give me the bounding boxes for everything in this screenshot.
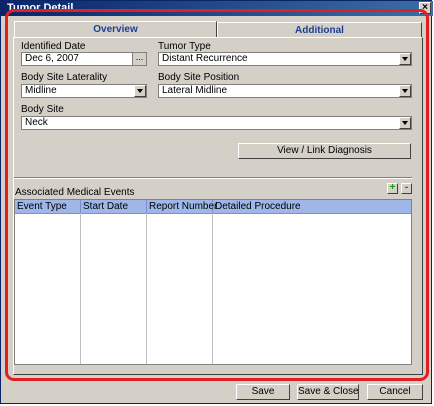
remove-event-button[interactable]: - [401,183,412,194]
title-bar: Tumor Detail × [1,1,433,16]
window-title: Tumor Detail [7,2,74,14]
chevron-down-icon[interactable] [134,85,146,97]
column-divider [146,213,147,364]
save-close-button[interactable]: Save & Close [297,384,359,400]
events-table[interactable]: Event Type Start Date Report Number Deta… [14,199,412,365]
close-button[interactable]: × [419,2,431,14]
save-button[interactable]: Save [236,384,290,400]
identified-date-value: Dec 6, 2007 [25,53,79,64]
events-title: Associated Medical Events [15,187,135,198]
chevron-down-icon[interactable] [399,117,411,129]
column-divider [212,213,213,364]
add-event-button[interactable]: + [387,183,398,194]
laterality-label: Body Site Laterality [21,72,108,83]
column-header[interactable]: Start Date [81,200,147,213]
laterality-value: Midline [25,85,57,96]
identified-date-label: Identified Date [21,41,86,52]
position-value: Lateral Midline [162,85,228,96]
tab-additional[interactable]: Additional [217,22,422,37]
column-header[interactable]: Detailed Procedure [213,200,411,213]
chevron-down-icon[interactable] [399,53,411,65]
column-header[interactable]: Report Number [147,200,217,213]
identified-date-field[interactable]: Dec 6, 2007 ... [21,52,147,66]
laterality-select[interactable]: Midline [21,84,147,98]
tumor-type-select[interactable]: Distant Recurrence [158,52,412,66]
divider [14,177,412,179]
body-site-label: Body Site [21,104,64,115]
tumor-detail-window: Tumor Detail × Overview Additional Ident… [0,0,433,404]
body-site-select[interactable]: Neck [21,116,412,130]
table-header: Event Type Start Date Report Number Deta… [15,200,411,214]
date-picker-button[interactable]: ... [132,53,146,65]
position-label: Body Site Position [158,72,240,83]
column-header[interactable]: Event Type [15,200,81,213]
column-divider [80,213,81,364]
tab-strip: Overview Additional [14,21,422,38]
cancel-button[interactable]: Cancel [367,384,423,400]
tumor-type-value: Distant Recurrence [162,53,248,64]
tab-overview[interactable]: Overview [14,21,217,38]
chevron-down-icon[interactable] [399,85,411,97]
tumor-type-label: Tumor Type [158,41,211,52]
body-site-value: Neck [25,117,48,128]
position-select[interactable]: Lateral Midline [158,84,412,98]
view-link-diagnosis-button[interactable]: View / Link Diagnosis [238,143,411,159]
